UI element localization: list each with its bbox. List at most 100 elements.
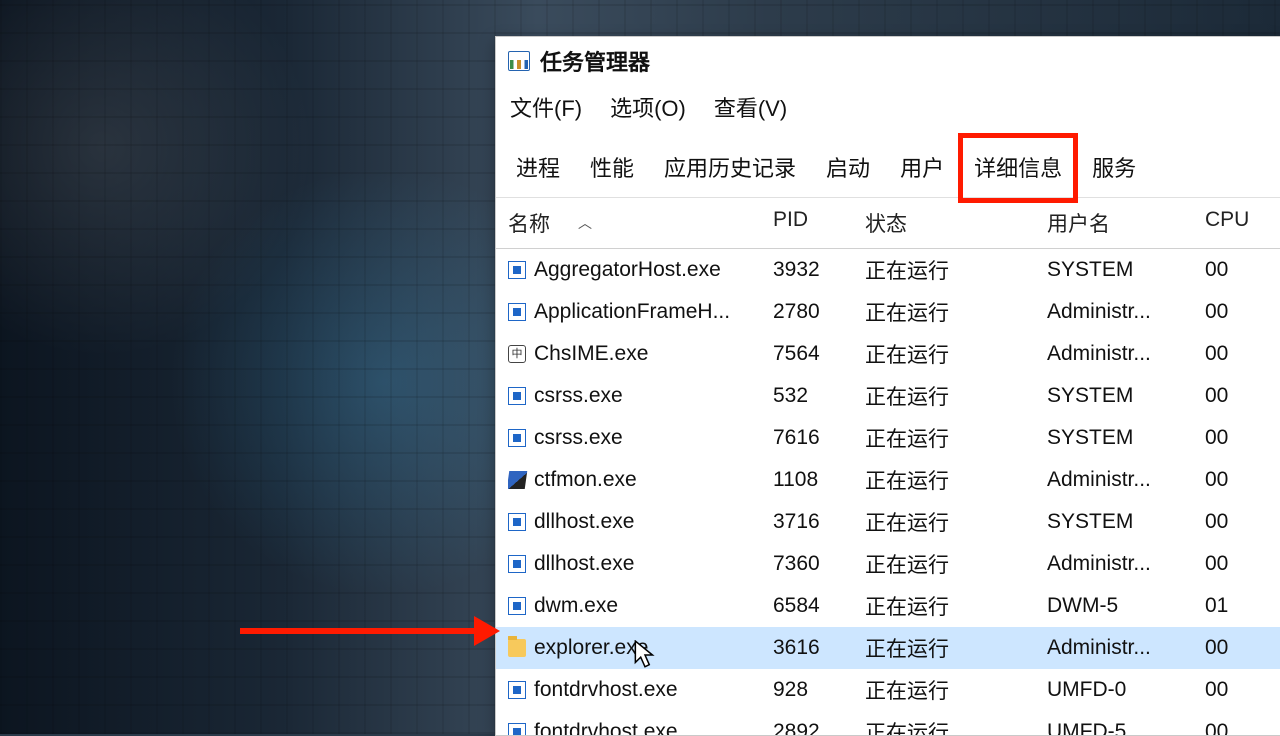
process-icon bbox=[508, 387, 526, 405]
column-headers: 名称 ︿ PID 状态 用户名 CPU bbox=[496, 198, 1280, 249]
process-pid: 7360 bbox=[773, 552, 865, 576]
col-header-cpu[interactable]: CPU bbox=[1205, 208, 1275, 238]
tab-processes[interactable]: 进程 bbox=[510, 147, 566, 187]
process-icon bbox=[508, 261, 526, 279]
process-user: Administr... bbox=[1047, 552, 1205, 576]
process-name: explorer.exe bbox=[534, 636, 648, 660]
process-user: SYSTEM bbox=[1047, 258, 1205, 282]
tab-app-history[interactable]: 应用历史记录 bbox=[658, 147, 802, 187]
tab-bar: 进程 性能 应用历史记录 启动 用户 详细信息 服务 bbox=[496, 139, 1280, 198]
table-row[interactable]: csrss.exe 7616正在运行SYSTEM00 bbox=[496, 417, 1280, 459]
process-pid: 7616 bbox=[773, 426, 865, 450]
process-cpu: 00 bbox=[1205, 384, 1275, 408]
process-user: SYSTEM bbox=[1047, 384, 1205, 408]
process-user: Administr... bbox=[1047, 468, 1205, 492]
process-name: dwm.exe bbox=[534, 594, 618, 618]
process-status: 正在运行 bbox=[865, 381, 1047, 411]
process-user: SYSTEM bbox=[1047, 426, 1205, 450]
titlebar[interactable]: 任务管理器 bbox=[496, 37, 1280, 87]
col-header-name[interactable]: 名称 ︿ bbox=[508, 208, 773, 238]
process-name: ApplicationFrameH... bbox=[534, 300, 730, 324]
window-title: 任务管理器 bbox=[540, 45, 650, 77]
tab-users[interactable]: 用户 bbox=[894, 147, 950, 187]
process-name: fontdrvhost.exe bbox=[534, 678, 678, 702]
process-name: csrss.exe bbox=[534, 384, 623, 408]
process-icon bbox=[508, 429, 526, 447]
process-name: fontdrvhost.exe bbox=[534, 720, 678, 735]
process-user: UMFD-5 bbox=[1047, 720, 1205, 735]
process-status: 正在运行 bbox=[865, 423, 1047, 453]
table-row[interactable]: AggregatorHost.exe3932正在运行SYSTEM00 bbox=[496, 249, 1280, 291]
process-user: Administr... bbox=[1047, 636, 1205, 660]
process-cpu: 00 bbox=[1205, 468, 1275, 492]
process-icon bbox=[508, 723, 526, 735]
process-user: Administr... bbox=[1047, 300, 1205, 324]
process-status: 正在运行 bbox=[865, 633, 1047, 663]
process-status: 正在运行 bbox=[865, 465, 1047, 495]
process-pid: 3716 bbox=[773, 510, 865, 534]
process-icon bbox=[508, 681, 526, 699]
process-cpu: 00 bbox=[1205, 300, 1275, 324]
table-row[interactable]: ctfmon.exe1108正在运行Administr...00 bbox=[496, 459, 1280, 501]
process-pid: 3616 bbox=[773, 636, 865, 660]
process-pid: 3932 bbox=[773, 258, 865, 282]
process-name: AggregatorHost.exe bbox=[534, 258, 721, 282]
table-row[interactable]: explorer.exe 3616正在运行Administr...00 bbox=[496, 627, 1280, 669]
process-pid: 1108 bbox=[773, 468, 865, 492]
table-row[interactable]: ChsIME.exe 7564正在运行Administr...00 bbox=[496, 333, 1280, 375]
process-status: 正在运行 bbox=[865, 675, 1047, 705]
process-pid: 928 bbox=[773, 678, 865, 702]
col-header-user[interactable]: 用户名 bbox=[1047, 208, 1205, 238]
task-manager-icon bbox=[508, 51, 530, 71]
menu-view[interactable]: 查看(V) bbox=[714, 91, 787, 123]
process-icon bbox=[508, 471, 527, 489]
process-cpu: 00 bbox=[1205, 552, 1275, 576]
process-cpu: 00 bbox=[1205, 426, 1275, 450]
task-manager-window: 任务管理器 文件(F) 选项(O) 查看(V) 进程 性能 应用历史记录 启动 … bbox=[495, 36, 1280, 736]
process-status: 正在运行 bbox=[865, 507, 1047, 537]
process-cpu: 00 bbox=[1205, 342, 1275, 366]
process-name: dllhost.exe bbox=[534, 510, 634, 534]
process-name: csrss.exe bbox=[534, 426, 623, 450]
process-name: dllhost.exe bbox=[534, 552, 634, 576]
process-status: 正在运行 bbox=[865, 339, 1047, 369]
process-user: DWM-5 bbox=[1047, 594, 1205, 618]
menu-bar: 文件(F) 选项(O) 查看(V) bbox=[496, 87, 1280, 139]
process-pid: 532 bbox=[773, 384, 865, 408]
table-row[interactable]: fontdrvhost.exe928正在运行UMFD-000 bbox=[496, 669, 1280, 711]
tab-performance[interactable]: 性能 bbox=[584, 147, 640, 187]
process-icon bbox=[508, 555, 526, 573]
process-cpu: 00 bbox=[1205, 678, 1275, 702]
col-header-status[interactable]: 状态 bbox=[865, 208, 1047, 238]
process-status: 正在运行 bbox=[865, 297, 1047, 327]
process-pid: 2780 bbox=[773, 300, 865, 324]
process-icon bbox=[508, 639, 526, 657]
process-cpu: 00 bbox=[1205, 720, 1275, 735]
table-row[interactable]: dllhost.exe7360正在运行Administr...00 bbox=[496, 543, 1280, 585]
table-row[interactable]: fontdrvhost.exe2892正在运行UMFD-500 bbox=[496, 711, 1280, 735]
tab-startup[interactable]: 启动 bbox=[820, 147, 876, 187]
process-list: AggregatorHost.exe3932正在运行SYSTEM00Applic… bbox=[496, 249, 1280, 735]
process-name: ChsIME.exe bbox=[534, 342, 648, 366]
process-cpu: 00 bbox=[1205, 510, 1275, 534]
tab-details[interactable]: 详细信息 bbox=[968, 147, 1068, 187]
process-pid: 7564 bbox=[773, 342, 865, 366]
sort-ascending-icon: ︿ bbox=[578, 213, 592, 233]
process-user: Administr... bbox=[1047, 342, 1205, 366]
process-user: SYSTEM bbox=[1047, 510, 1205, 534]
table-row[interactable]: csrss.exe 532正在运行SYSTEM00 bbox=[496, 375, 1280, 417]
process-icon bbox=[508, 513, 526, 531]
process-status: 正在运行 bbox=[865, 591, 1047, 621]
menu-options[interactable]: 选项(O) bbox=[610, 91, 686, 123]
process-icon bbox=[508, 345, 526, 363]
menu-file[interactable]: 文件(F) bbox=[510, 91, 582, 123]
process-status: 正在运行 bbox=[865, 717, 1047, 735]
col-header-pid[interactable]: PID bbox=[773, 208, 865, 238]
table-row[interactable]: ApplicationFrameH... 2780正在运行Administr...… bbox=[496, 291, 1280, 333]
table-row[interactable]: dwm.exe6584正在运行DWM-501 bbox=[496, 585, 1280, 627]
process-icon bbox=[508, 597, 526, 615]
tab-services[interactable]: 服务 bbox=[1086, 147, 1142, 187]
table-row[interactable]: dllhost.exe 3716正在运行SYSTEM00 bbox=[496, 501, 1280, 543]
process-cpu: 01 bbox=[1205, 594, 1275, 618]
process-cpu: 00 bbox=[1205, 636, 1275, 660]
